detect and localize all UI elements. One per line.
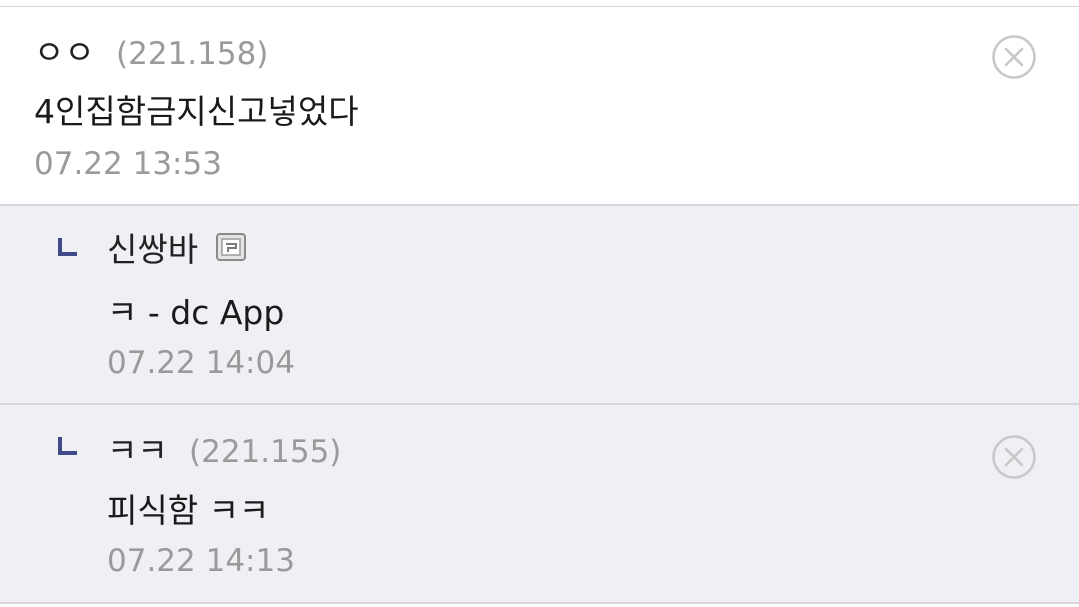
comment-text: ㅋ - dc App — [107, 293, 285, 332]
gallog-icon[interactable] — [216, 233, 246, 261]
comment-nickname[interactable]: ㅋㅋ — [107, 431, 168, 471]
comment-ip: (221.155) — [189, 434, 342, 470]
reply-arrow-icon — [58, 437, 77, 455]
comment-text: 피식함 ㅋㅋ — [107, 491, 270, 530]
comment-divider — [0, 602, 1079, 604]
comment-date: 07.22 14:04 — [107, 345, 295, 381]
reply-item: 신쌍바 ㅋ - dc App 07.22 14:04 — [0, 206, 1079, 403]
comment-ip: (221.158) — [116, 36, 269, 72]
comment-text: 4인집함금지신고넣었다 — [34, 92, 359, 131]
delete-icon[interactable] — [991, 34, 1037, 80]
comment-nickname[interactable]: 신쌍바 — [107, 230, 198, 270]
reply-item: ㅋㅋ (221.155) 피식함 ㅋㅋ 07.22 14:13 — [0, 405, 1079, 602]
reply-arrow-icon — [58, 238, 77, 256]
comment-item: ㅇㅇ (221.158) 4인집함금지신고넣었다 07.22 13:53 — [0, 7, 1079, 204]
comment-date: 07.22 13:53 — [34, 146, 222, 182]
comment-list: ㅇㅇ (221.158) 4인집함금지신고넣었다 07.22 13:53 신쌍바… — [0, 0, 1079, 607]
comment-date: 07.22 14:13 — [107, 543, 295, 579]
delete-icon[interactable] — [991, 434, 1037, 480]
comment-nickname[interactable]: ㅇㅇ — [34, 33, 95, 73]
